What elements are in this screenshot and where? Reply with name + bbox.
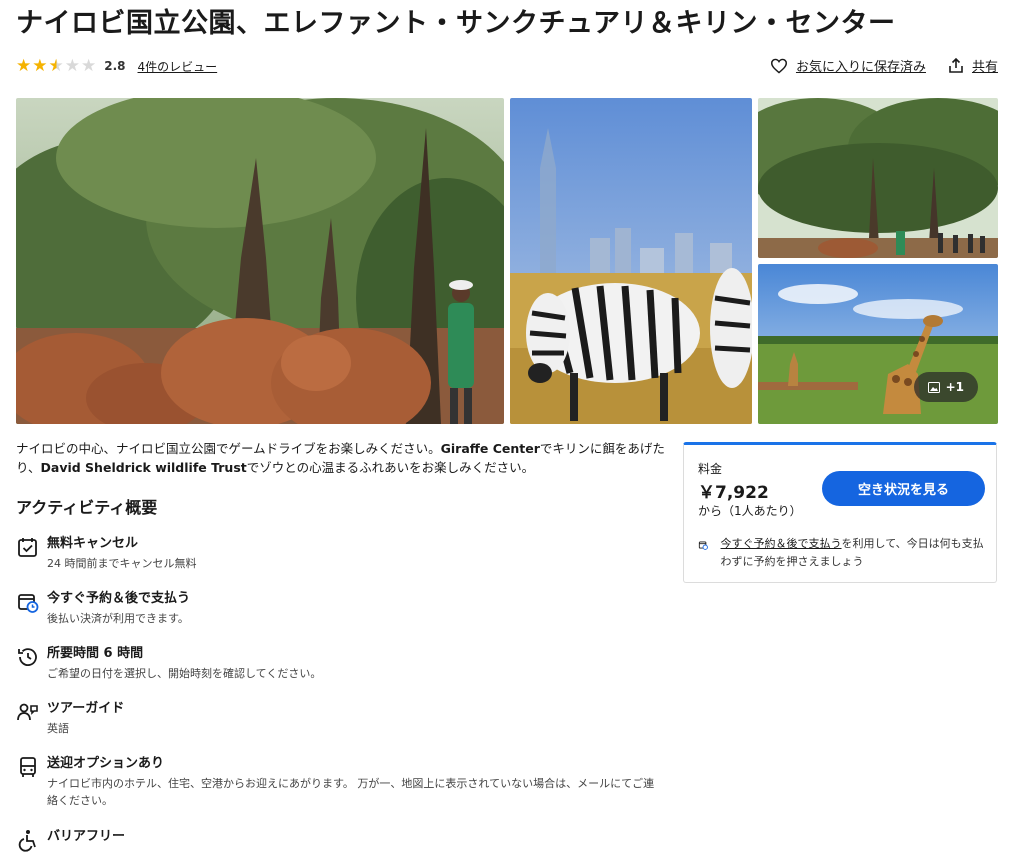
star-icon: ★ — [16, 56, 32, 76]
star-icon: ★ — [81, 56, 97, 76]
page-title: ナイロビ国立公園、エレファント・サンクチュアリ＆キリン・センター — [16, 8, 896, 39]
more-photos-count: +1 — [945, 380, 964, 394]
description-bold-2: David Sheldrick wildlife Trust — [40, 460, 247, 475]
reviews-link[interactable]: 4件のレビュー — [138, 58, 218, 75]
description-text-1: ナイロビの中心、ナイロビ国立公園でゲームドライブをお楽しみください。 — [16, 441, 441, 456]
history-clock-icon — [18, 648, 37, 666]
feature-title: バリアフリー — [47, 829, 126, 844]
feature-title: 送迎オプションあり — [47, 756, 165, 771]
overview-title: アクティビティ概要 — [16, 498, 158, 517]
photo-giraffes[interactable]: +1 — [758, 264, 998, 424]
rating-stars: ★ ★ ★ ★ ★ — [16, 56, 96, 76]
feature-title: 今すぐ予約＆後で支払う — [47, 591, 191, 606]
feature-subtitle: 英語 — [47, 722, 69, 735]
share-label: 共有 — [971, 60, 998, 75]
heart-icon — [770, 58, 787, 74]
star-icon: ★ — [48, 56, 64, 76]
feature-free-cancellation: 無料キャンセル 24 時間前までキャンセル無料 — [16, 535, 197, 572]
price-value: ￥7,922 — [698, 483, 769, 503]
guide-person-icon — [17, 703, 38, 721]
feature-duration: 所要時間 6 時間 ご希望の日付を選択し、開始時刻を確認してください。 — [16, 645, 321, 682]
share-icon — [949, 57, 963, 73]
more-photos-button[interactable]: +1 — [913, 372, 978, 402]
feature-title: ツアーガイド — [47, 701, 125, 716]
rating-row: ★ ★ ★ ★ ★ 2.8 4件のレビュー — [16, 56, 217, 76]
calendar-check-icon — [18, 538, 37, 557]
header-actions: お気に入りに保存済み 共有 — [770, 56, 998, 75]
feature-subtitle: 後払い決済が利用できます。 — [47, 612, 189, 625]
rating-value: 2.8 — [104, 59, 126, 73]
feature-accessibility: バリアフリー — [16, 828, 125, 852]
feature-pay-later: 今すぐ予約＆後で支払う 後払い決済が利用できます。 — [16, 590, 190, 627]
favorite-button[interactable]: お気に入りに保存済み — [770, 56, 926, 75]
price-per-person: から（1人あたり） — [698, 504, 802, 518]
price-label: 料金 — [698, 462, 723, 476]
photo-forest[interactable] — [758, 98, 998, 258]
feature-pickup: 送迎オプションあり ナイロビ市内のホテル、住宅、空港からお迎えにあがります。 万… — [16, 755, 666, 809]
star-icon: ★ — [32, 56, 48, 76]
share-button[interactable]: 共有 — [948, 56, 998, 75]
star-icon: ★ — [64, 56, 80, 76]
calendar-clock-icon — [18, 594, 39, 613]
feature-subtitle: ナイロビ市内のホテル、住宅、空港からお迎えにあがります。 万が一、地図上に表示さ… — [47, 777, 655, 807]
feature-subtitle: ご希望の日付を選択し、開始時刻を確認してください。 — [47, 667, 322, 680]
booking-card: 料金 ￥7,922 から（1人あたり） 空き状況を見る 今すぐ予約＆後で支払うを… — [683, 442, 997, 583]
activity-description: ナイロビの中心、ナイロビ国立公園でゲームドライブをお楽しみください。Giraff… — [16, 439, 666, 477]
wheelchair-icon — [18, 830, 36, 852]
pay-later-note: 今すぐ予約＆後で支払うを利用して、今日は何も支払わずに予約を押さえましょう — [698, 535, 988, 571]
photo-zebras[interactable] — [510, 98, 752, 424]
feature-tour-guide: ツアーガイド 英語 — [16, 700, 124, 737]
bus-icon — [20, 757, 36, 777]
check-availability-button[interactable]: 空き状況を見る — [822, 471, 985, 506]
favorite-label: お気に入りに保存済み — [795, 60, 926, 75]
description-text-3: でゾウとの心温まるふれあいをお楽しみください。 — [246, 460, 535, 475]
pay-later-link[interactable]: 今すぐ予約＆後で支払う — [721, 537, 842, 550]
photo-elephants[interactable] — [16, 98, 504, 424]
image-icon — [927, 381, 940, 393]
feature-title: 所要時間 6 時間 — [47, 646, 144, 661]
description-bold-1: Giraffe Center — [440, 441, 540, 456]
calendar-clock-icon — [698, 541, 708, 550]
feature-title: 無料キャンセル — [47, 536, 139, 551]
feature-subtitle: 24 時間前までキャンセル無料 — [47, 557, 197, 570]
